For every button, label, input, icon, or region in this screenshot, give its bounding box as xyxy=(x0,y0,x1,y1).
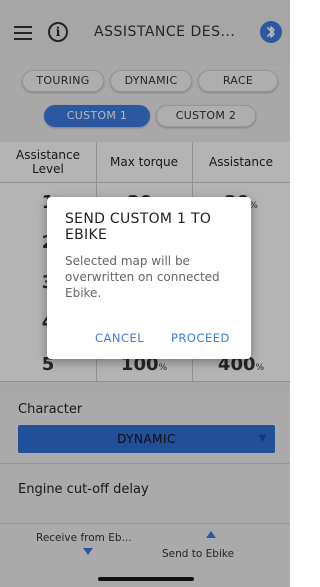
proceed-button[interactable]: PROCEED xyxy=(171,331,230,345)
app-screen: i ASSISTANCE DES... TOURING DYNAMIC RACE… xyxy=(0,0,290,587)
dialog-title: SEND CUSTOM 1 TO EBIKE xyxy=(65,211,212,243)
send-confirm-dialog: SEND CUSTOM 1 TO EBIKE Selected map will… xyxy=(47,197,251,359)
home-indicator[interactable] xyxy=(98,577,194,581)
dialog-message: Selected map will be overwritten on conn… xyxy=(65,254,220,300)
cancel-button[interactable]: CANCEL xyxy=(95,331,144,345)
